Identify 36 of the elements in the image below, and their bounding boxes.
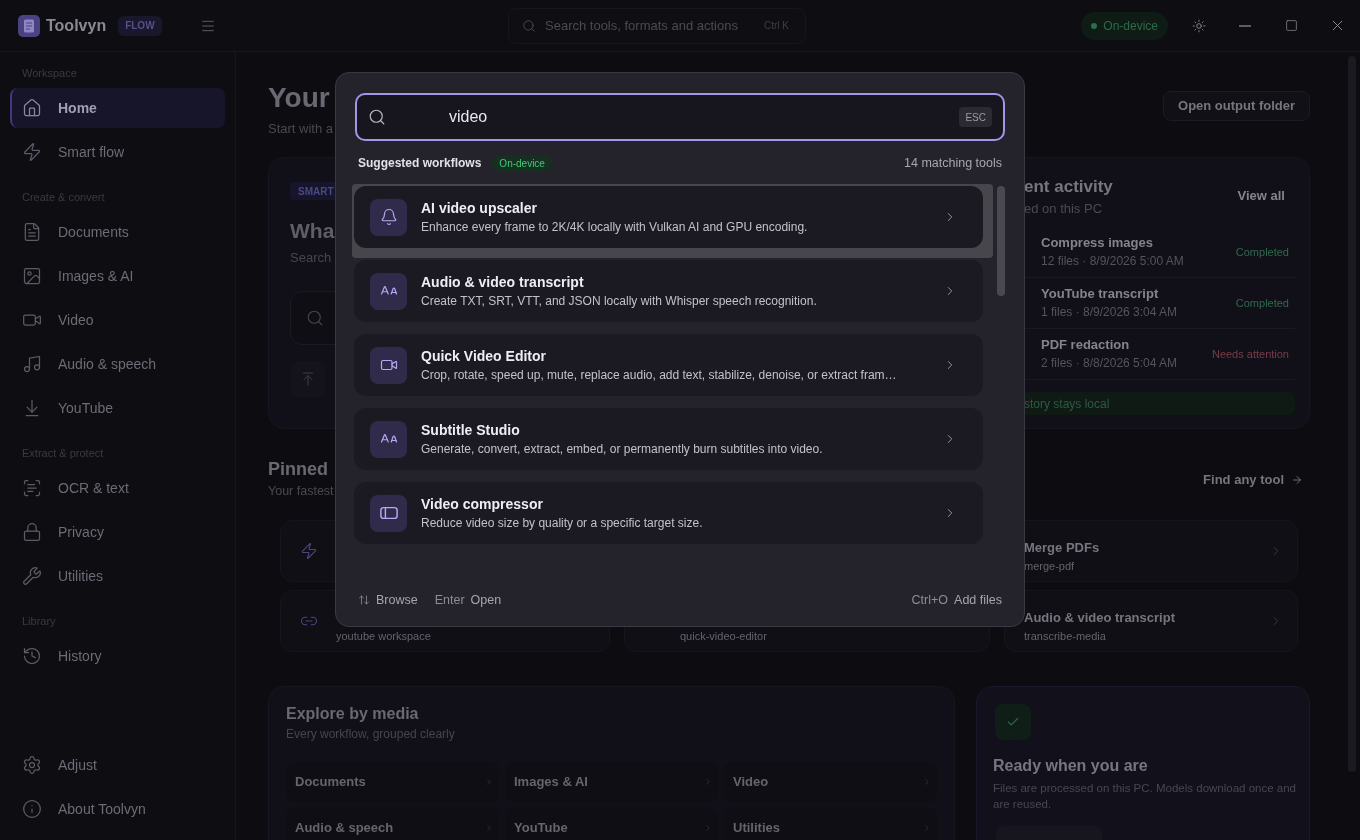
activity-name: YouTube transcript: [1041, 286, 1160, 302]
activity-meta: 2 files · 8/8/2026 5:04 AM: [1041, 355, 1178, 371]
section-title: Pinned: [268, 458, 329, 480]
activity-status: Completed: [1235, 295, 1289, 311]
card-title: Ready when you are: [993, 756, 1148, 776]
status-label: On-device: [1103, 17, 1158, 35]
tool-slug: quick-video-editor: [680, 630, 767, 642]
section-subtitle: Your fastest: [268, 483, 334, 500]
card-subtitle: ed on this PC: [1024, 201, 1104, 217]
activity-name: PDF redaction: [1041, 337, 1131, 353]
results-heading: Suggested workflows: [358, 155, 482, 172]
hint-label: Add files: [954, 591, 1002, 609]
hint-label: Open: [470, 591, 502, 609]
page-title: Your: [268, 81, 331, 115]
results-count: 14 matching tools: [904, 154, 1002, 172]
shortcut-hint: ESC: [959, 107, 992, 127]
app-badge: FLOW: [118, 15, 162, 36]
app-name: Toolvyn: [46, 15, 107, 36]
tool-slug: merge-pdf: [1024, 560, 1076, 572]
hint-label: Browse: [376, 591, 418, 609]
tool-title: Merge PDFs: [1024, 540, 1100, 556]
tool-slug: transcribe-media: [1024, 630, 1107, 642]
on-device-badge: On-device: [492, 155, 552, 171]
key-hint: Enter: [434, 591, 465, 609]
card-title: ent activity: [1024, 176, 1113, 198]
card-title: Explore by media: [286, 704, 420, 724]
hero-title: Wha: [290, 218, 335, 244]
activity-meta: 1 files · 8/9/2026 3:04 AM: [1041, 304, 1178, 320]
activity-status: Completed: [1235, 244, 1289, 260]
activity-status: Needs attention: [1211, 346, 1289, 362]
tool-slug: youtube workspace: [336, 630, 431, 642]
tool-title: Audio & video transcript: [1024, 610, 1175, 626]
key-hint: Ctrl+O: [911, 591, 949, 609]
activity-name: Compress images: [1041, 235, 1154, 251]
page-subtitle: Start with a: [268, 120, 334, 138]
activity-meta: 12 files · 8/9/2026 5:00 AM: [1041, 253, 1184, 269]
